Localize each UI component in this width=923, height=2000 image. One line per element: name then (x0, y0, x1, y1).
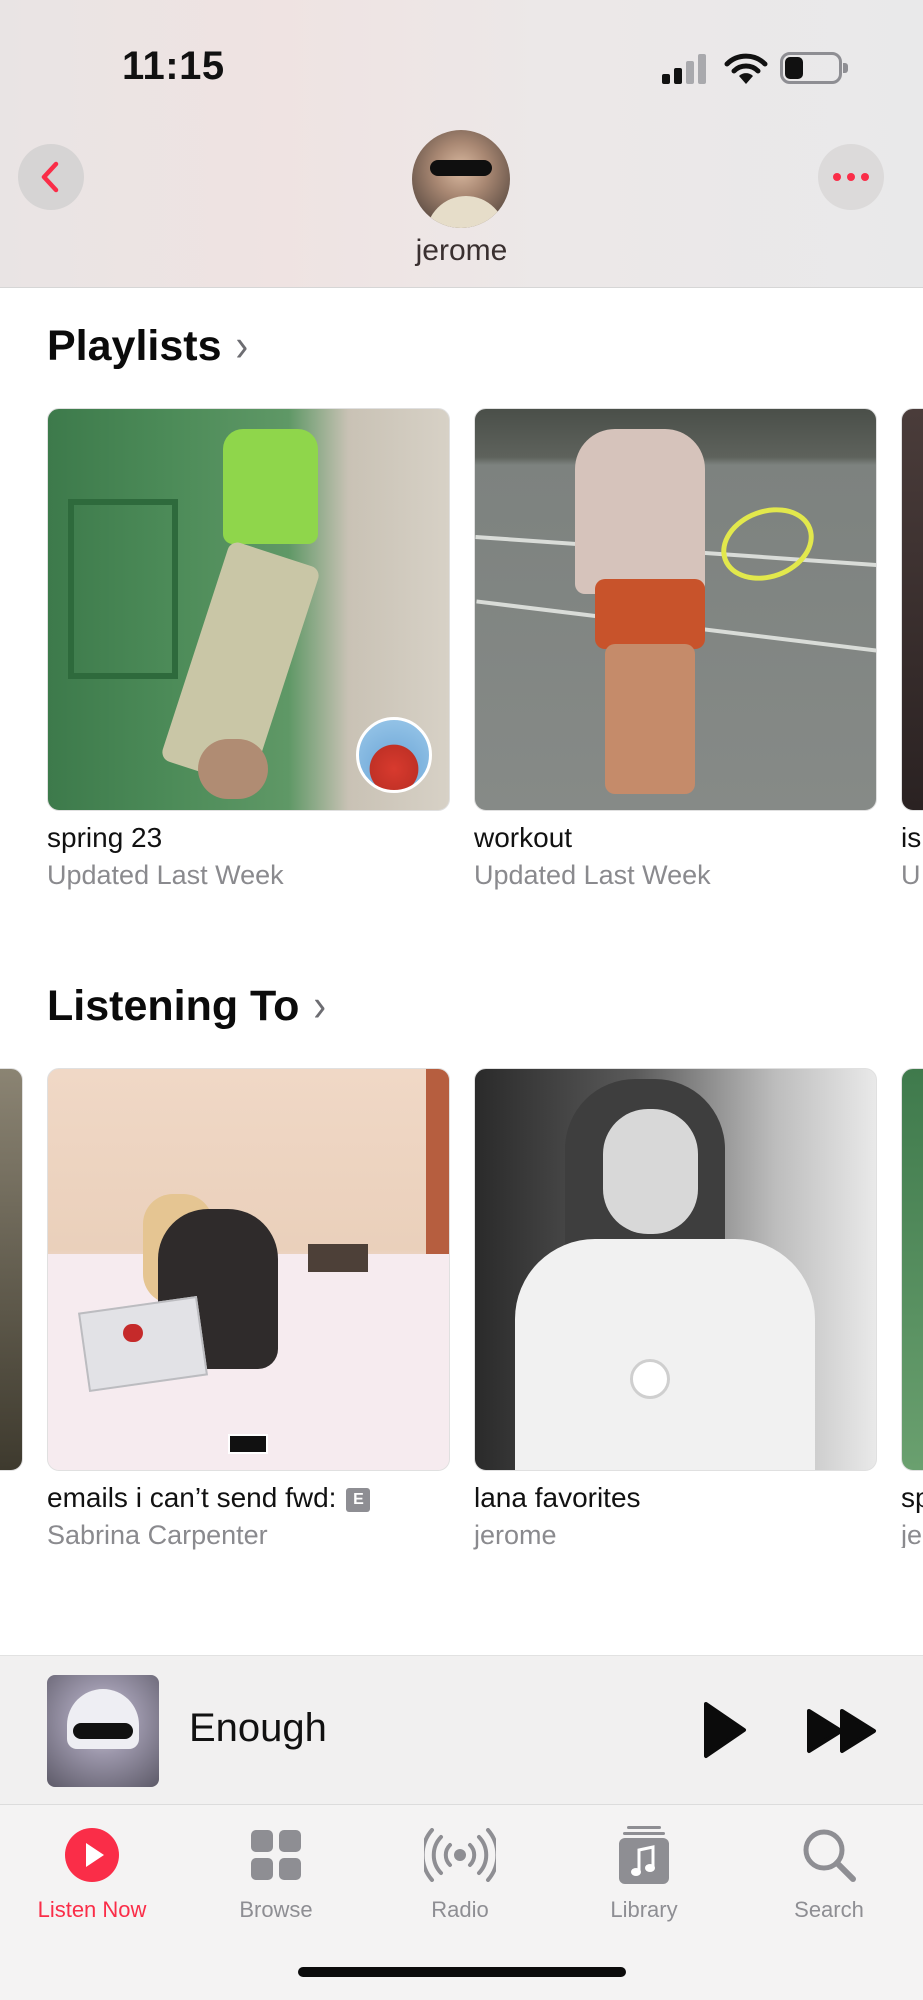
playlist-title: spring 23 (47, 822, 163, 853)
album-title: lana favorites (474, 1482, 641, 1513)
section-title: Listening To (47, 982, 300, 1030)
play-icon[interactable] (700, 1700, 748, 1760)
playlist-subtitle: U (901, 860, 921, 888)
album-card[interactable] (0, 1068, 23, 1471)
album-artist: je (901, 1520, 923, 1548)
album-artwork (47, 1068, 450, 1471)
playlist-artwork (901, 408, 923, 811)
playlist-card[interactable]: is U (901, 408, 923, 888)
chevron-left-icon (41, 161, 59, 193)
album-artist: jerome (474, 1520, 557, 1550)
playlists-section-header[interactable]: Playlists › (47, 320, 249, 372)
tab-label: Radio (431, 1897, 489, 1922)
profile-username: jerome (415, 234, 508, 267)
search-icon (803, 1829, 856, 1882)
tab-search[interactable]: Search (749, 1821, 909, 1923)
cellular-signal-icon (662, 52, 710, 84)
tab-label: Listen Now (37, 1897, 147, 1922)
wifi-icon (724, 53, 768, 84)
playlist-artwork (47, 408, 450, 811)
chevron-right-icon: › (313, 980, 327, 1032)
section-title: Playlists (47, 322, 222, 370)
album-card[interactable]: sp je (901, 1068, 923, 1548)
more-options-button[interactable] (818, 144, 884, 210)
mini-player[interactable]: Enough (0, 1655, 923, 1805)
profile-header: 11:15 jerome (0, 0, 923, 288)
now-playing-title: Enough (189, 1706, 327, 1750)
album-artwork (0, 1068, 23, 1471)
tab-label: Library (610, 1897, 678, 1922)
album-title: sp (901, 1482, 923, 1513)
tab-label: Browse (239, 1897, 313, 1922)
tab-radio[interactable]: Radio (380, 1821, 540, 1923)
ellipsis-icon (830, 168, 872, 186)
tab-label: Search (794, 1897, 864, 1922)
playlist-subtitle: Updated Last Week (474, 860, 711, 890)
library-icon (619, 1826, 669, 1884)
browse-grid-icon (251, 1830, 301, 1880)
profile-avatar[interactable] (412, 130, 510, 228)
playlist-artwork (474, 408, 877, 811)
radio-icon (424, 1828, 496, 1882)
battery-icon (780, 52, 848, 84)
tab-browse[interactable]: Browse (196, 1821, 356, 1923)
back-button[interactable] (18, 144, 84, 210)
album-artwork (474, 1068, 877, 1471)
tab-listen-now[interactable]: Listen Now (12, 1821, 172, 1923)
playlist-title: is (901, 822, 922, 853)
chevron-right-icon: › (235, 320, 249, 372)
tab-library[interactable]: Library (564, 1821, 724, 1923)
listening-to-section-header[interactable]: Listening To › (47, 980, 327, 1032)
playlist-subtitle: Updated Last Week (47, 860, 284, 890)
playlist-title: workout (474, 822, 573, 853)
home-indicator[interactable] (298, 1967, 626, 1977)
status-time: 11:15 (122, 44, 225, 88)
explicit-badge: E (346, 1488, 371, 1512)
album-artwork (901, 1068, 923, 1471)
listen-now-icon (65, 1828, 119, 1882)
now-playing-artwork (47, 1675, 159, 1787)
album-artist: Sabrina Carpenter (47, 1520, 268, 1550)
avatar (356, 717, 432, 793)
fast-forward-icon[interactable] (806, 1708, 878, 1754)
album-title: emails i can’t send fwd: E (47, 1482, 371, 1514)
